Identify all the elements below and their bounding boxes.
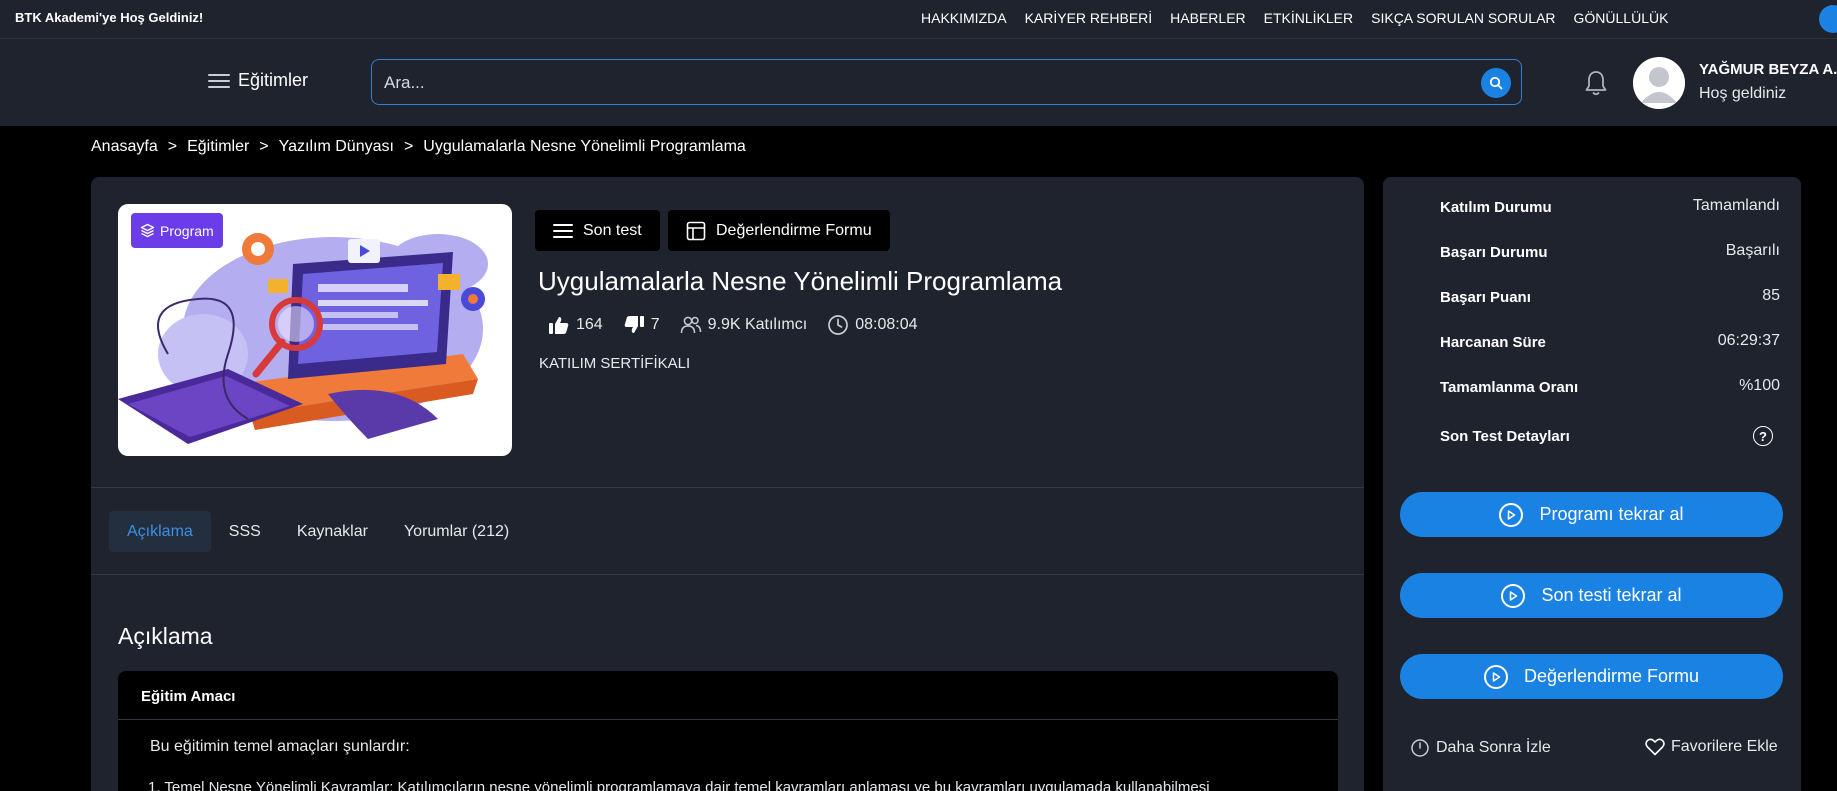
program-badge: Program: [131, 213, 223, 248]
trainings-menu-button[interactable]: Eğitimler: [208, 70, 308, 91]
likes[interactable]: 164: [548, 315, 603, 335]
nav-link-about[interactable]: HAKKIMIZDA: [921, 10, 1007, 26]
watch-later-link[interactable]: Daha Sonra İzle: [1410, 738, 1551, 758]
top-nav: HAKKIMIZDA KARİYER REHBERİ HABERLER ETKİ…: [921, 10, 1668, 26]
watch-later-label: Daha Sonra İzle: [1436, 739, 1551, 756]
user-greeting: Hoş geldiniz: [1699, 85, 1787, 102]
training-goal-card: Eğitim Amacı Bu eğitimin temel amaçları …: [118, 671, 1338, 791]
search-input[interactable]: [384, 71, 1444, 95]
status-label: Başarı Puanı: [1440, 289, 1531, 306]
nav-link-news[interactable]: HABERLER: [1170, 10, 1245, 26]
course-meta: 164 7 9.9K Katılımcı 08:08:04: [548, 314, 937, 336]
participants: 9.9K Katılımcı: [680, 315, 808, 335]
thumbs-down-icon: [624, 316, 644, 333]
search-box: [371, 59, 1522, 105]
evaluation-form-button[interactable]: Değerlendirme Formu: [668, 210, 890, 251]
nav-link-volunteering[interactable]: GÖNÜLLÜLÜK: [1574, 10, 1669, 26]
retake-last-test-button[interactable]: Son testi tekrar al: [1400, 573, 1783, 618]
welcome-text: BTK Akademi'ye Hoş Geldiniz!: [15, 10, 204, 25]
nav-link-career-guide[interactable]: KARİYER REHBERİ: [1025, 10, 1153, 26]
clock-icon: [828, 315, 849, 335]
nav-link-faq[interactable]: SIKÇA SORULAN SORULAR: [1371, 10, 1555, 26]
tab-comments[interactable]: Yorumlar (212): [386, 511, 527, 552]
heart-icon: [1645, 738, 1665, 756]
status-label: Katılım Durumu: [1440, 199, 1552, 216]
corner-button[interactable]: [1819, 5, 1837, 33]
play-circle-icon: [1483, 664, 1508, 689]
nav-link-events[interactable]: ETKİNLİKLER: [1264, 10, 1353, 26]
list-icon: [553, 223, 573, 239]
status-value: 85: [1762, 287, 1780, 304]
divider: [91, 487, 1364, 488]
breadcrumb-home[interactable]: Anasayfa: [91, 138, 158, 156]
play-circle-icon: [1499, 502, 1524, 527]
header: Eğitimler YAĞMUR BEYZA A... Hoş geldiniz: [0, 39, 1837, 126]
son-test-label: Son test: [583, 221, 642, 239]
clock-icon: [1411, 739, 1429, 757]
status-label: Harcanan Süre: [1440, 334, 1546, 351]
status-panel: Katılım Durumu Tamamlandı Başarı Durumu …: [1383, 177, 1801, 791]
page: BTK Akademi'ye Hoş Geldiniz! HAKKIMIZDA …: [0, 0, 1837, 791]
top-strip: BTK Akademi'ye Hoş Geldiniz! HAKKIMIZDA …: [0, 0, 1837, 39]
help-icon[interactable]: ?: [1753, 426, 1773, 446]
add-favorites-link[interactable]: Favorilere Ekle: [1645, 738, 1778, 756]
user-silhouette-icon: [1633, 57, 1685, 109]
status-value: %100: [1739, 377, 1780, 394]
son-test-button[interactable]: Son test: [535, 210, 660, 251]
duration-value: 08:08:04: [855, 316, 918, 333]
dislikes[interactable]: 7: [623, 315, 660, 335]
status-value: 06:29:37: [1717, 332, 1780, 349]
bell-icon[interactable]: [1583, 69, 1609, 97]
course-title: Uygulamalarla Nesne Yönelimli Programlam…: [538, 266, 1063, 296]
tab-description[interactable]: Açıklama: [109, 511, 211, 552]
breadcrumb-separator: >: [259, 138, 269, 155]
course-thumbnail: Program: [118, 204, 512, 456]
avatar[interactable]: [1633, 57, 1685, 109]
play-circle-icon: [1501, 583, 1526, 608]
breadcrumb-separator: >: [403, 138, 414, 155]
program-badge-label: Program: [160, 222, 214, 239]
course-main-card: Program Son test Değerlendirme Formu Uyg…: [91, 177, 1364, 791]
breadcrumb-current: Uygulamalarla Nesne Yönelimli Programlam…: [423, 138, 746, 155]
evaluation-form-side-button[interactable]: Değerlendirme Formu: [1400, 654, 1783, 699]
retake-last-test-label: Son testi tekrar al: [1541, 585, 1682, 605]
retake-program-label: Programı tekrar al: [1539, 504, 1684, 524]
status-value: Tamamlandı: [1692, 197, 1780, 214]
users-icon: [680, 316, 701, 334]
certificate-label: KATILIM SERTİFİKALI: [539, 355, 691, 372]
training-goal-intro: Bu eğitimin temel amaçları şunlardır:: [150, 738, 410, 755]
description-heading: Açıklama: [118, 623, 213, 649]
thumbs-up-icon: [549, 317, 569, 334]
breadcrumb-trainings[interactable]: Eğitimler: [187, 138, 249, 156]
duration: 08:08:04: [827, 314, 917, 336]
test-details-label: Son Test Detayları: [1440, 428, 1570, 445]
training-goal-title: Eğitim Amacı: [118, 671, 1338, 720]
course-tabs: Açıklama SSS Kaynaklar Yorumlar (212): [109, 511, 527, 552]
search-button[interactable]: [1481, 68, 1511, 98]
status-value: Başarılı: [1725, 242, 1780, 259]
status-label: Başarı Durumu: [1440, 244, 1548, 261]
breadcrumb-software-world[interactable]: Yazılım Dünyası: [279, 138, 394, 156]
form-layout-icon: [686, 221, 706, 240]
retake-program-button[interactable]: Programı tekrar al: [1400, 492, 1783, 537]
evaluation-form-label: Değerlendirme Formu: [716, 221, 872, 239]
evaluation-form-side-label: Değerlendirme Formu: [1523, 666, 1700, 686]
breadcrumb-separator: >: [167, 138, 178, 155]
status-label: Tamamlanma Oranı: [1440, 379, 1579, 396]
tab-resources[interactable]: Kaynaklar: [279, 511, 386, 552]
user-name[interactable]: YAĞMUR BEYZA A...: [1699, 61, 1837, 78]
tab-faq[interactable]: SSS: [211, 511, 279, 552]
breadcrumb: Anasayfa > Eğitimler > Yazılım Dünyası >…: [91, 138, 746, 156]
add-favorites-label: Favorilere Ekle: [1671, 738, 1778, 755]
layers-icon: [140, 223, 155, 238]
trainings-menu-label: Eğitimler: [238, 70, 309, 90]
participants-count: 9.9K Katılımcı: [707, 316, 808, 333]
dislikes-count: 7: [650, 316, 660, 333]
search-icon: [1489, 76, 1503, 90]
divider: [91, 574, 1364, 575]
likes-count: 164: [576, 316, 603, 333]
hamburger-icon: [208, 73, 230, 89]
training-goal-item: 1. Temel Nesne Yönelimli Kavramlar: Katı…: [148, 779, 1210, 791]
